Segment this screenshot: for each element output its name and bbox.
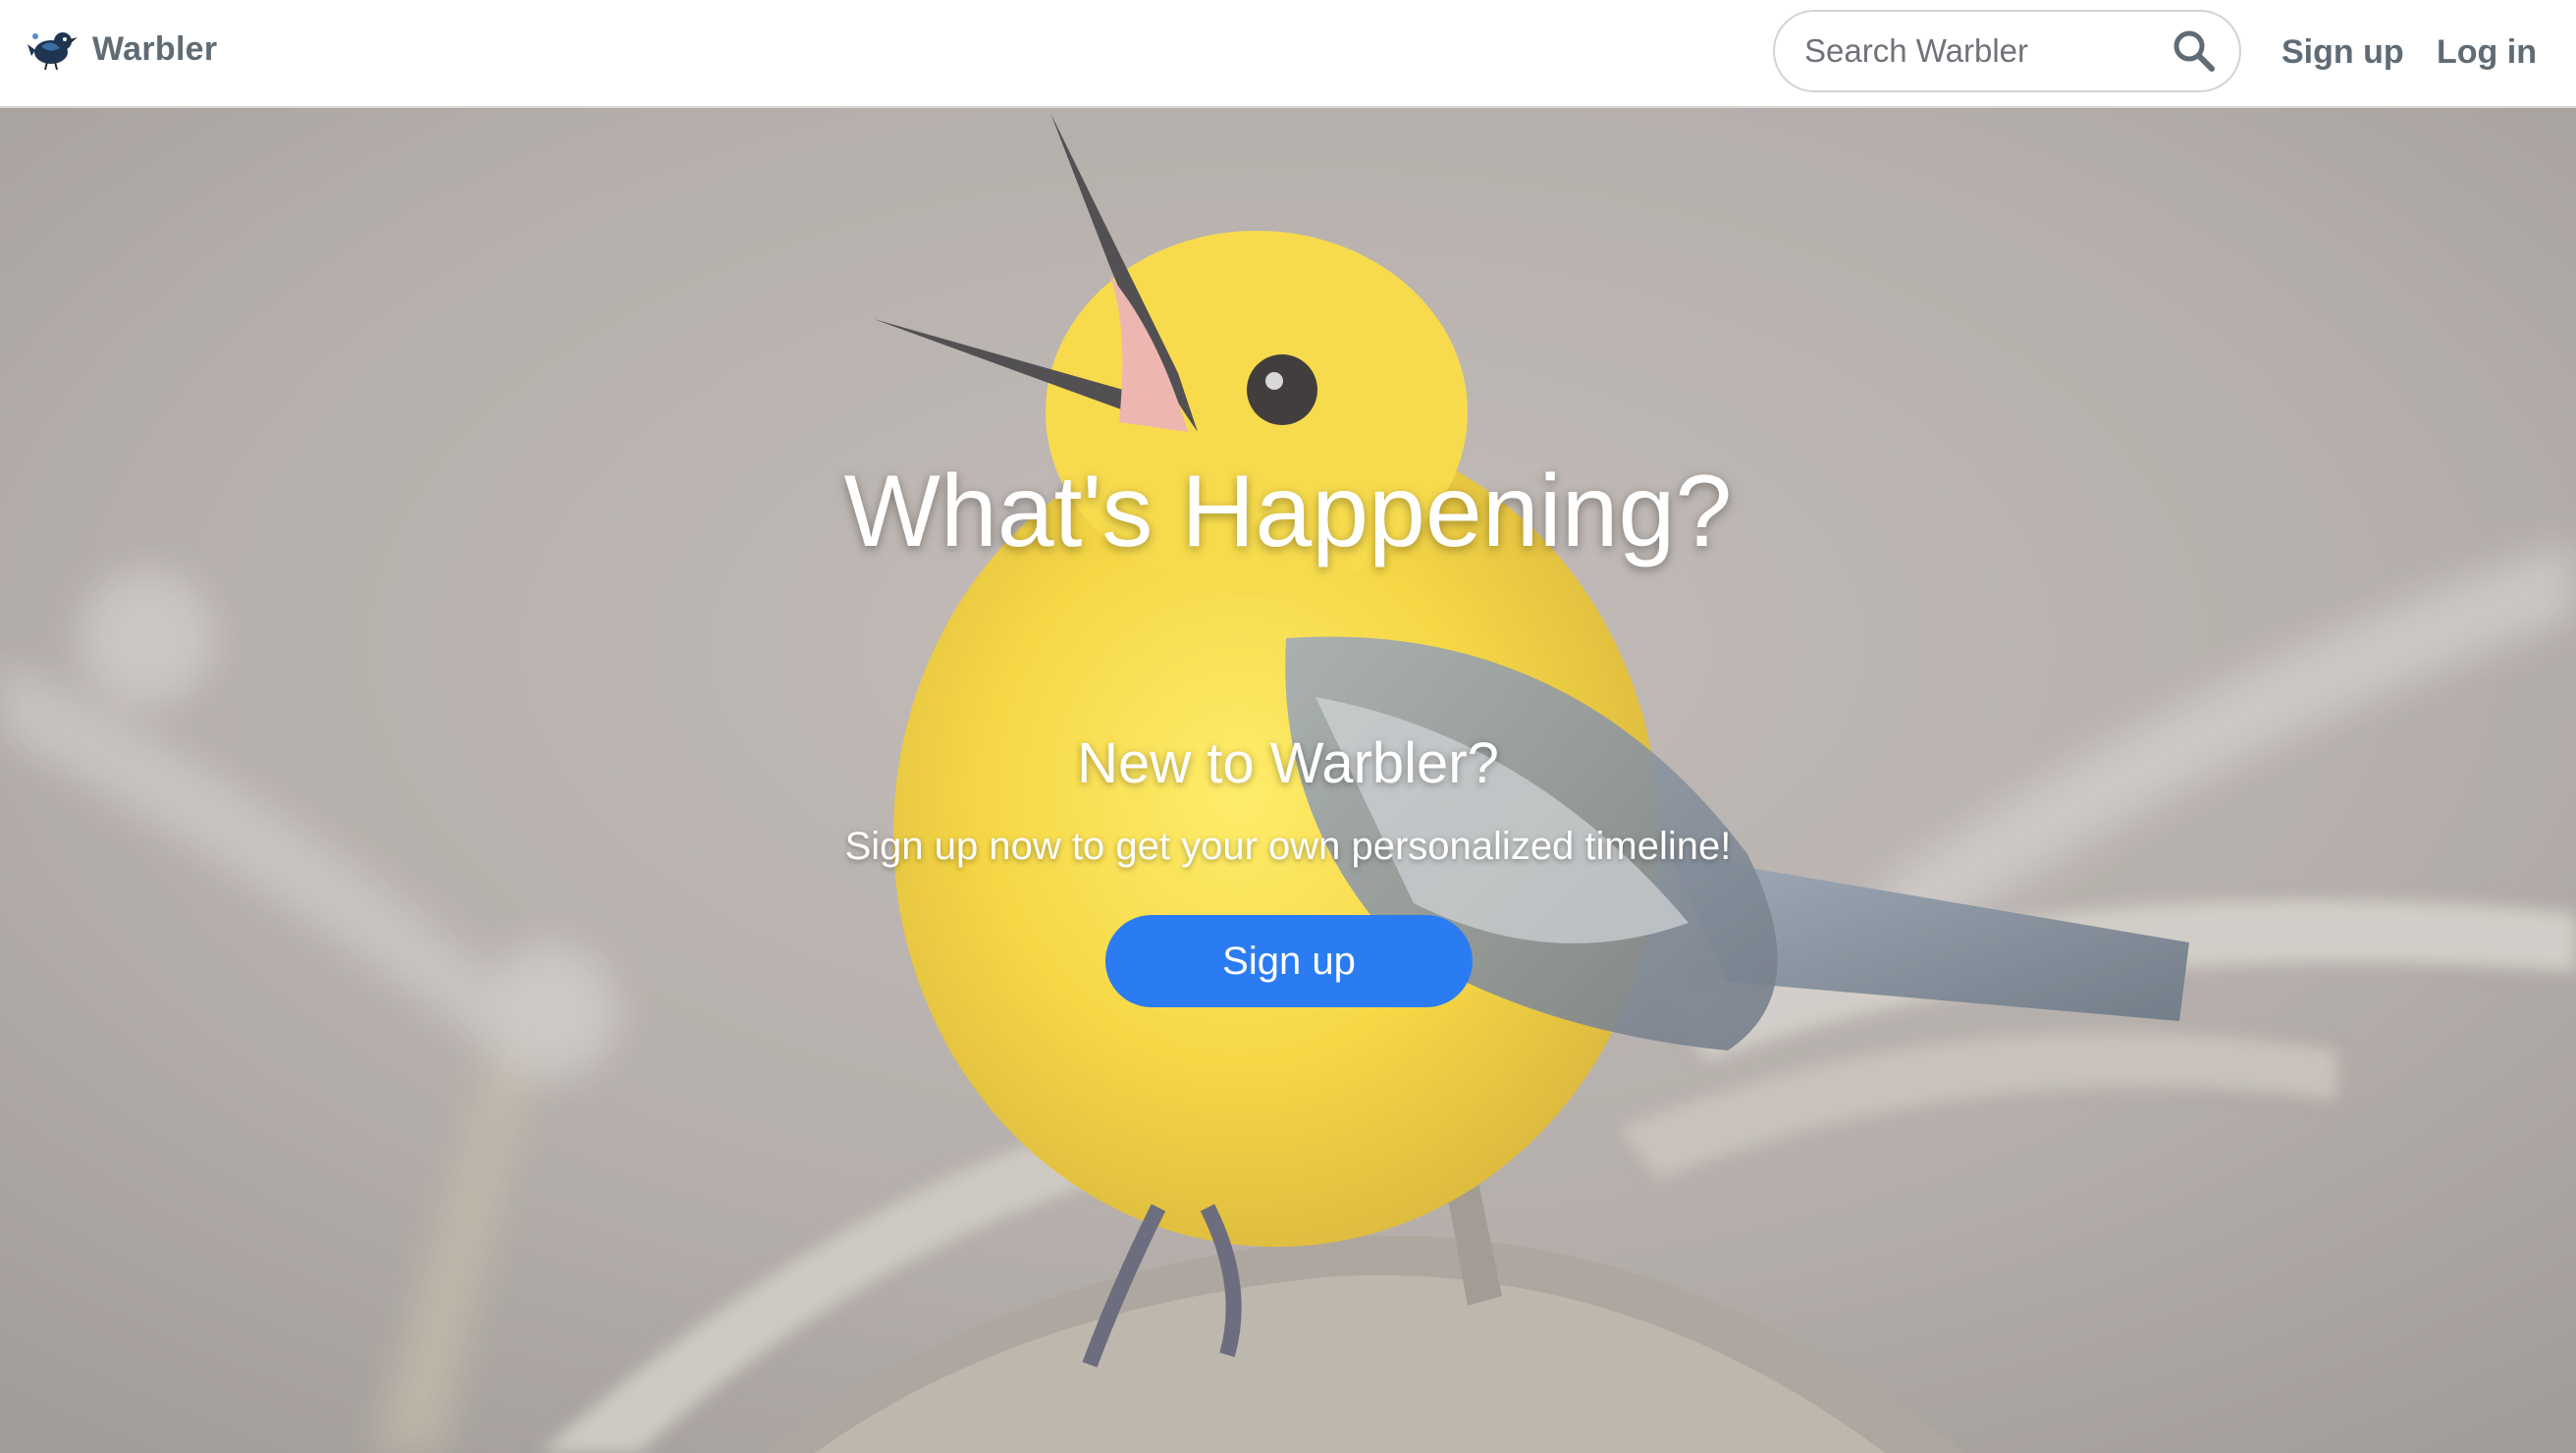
hero-section: What's Happening? New to Warbler? Sign u… [0,108,2576,1453]
search-input[interactable] [1804,32,2158,70]
brand-name: Warbler [92,29,218,68]
nav-signup-link[interactable]: Sign up [2281,27,2404,77]
nav-login-link[interactable]: Log in [2437,27,2537,77]
search-icon [2174,30,2215,72]
search-button[interactable] [2171,27,2218,75]
warbler-bird-icon [27,32,78,71]
hero-lead-text: Sign up now to get your own personalized… [844,825,1732,868]
hero-signup-button[interactable]: Sign up [1105,915,1473,1007]
hero-content: What's Happening? New to Warbler? Sign u… [0,108,2576,1453]
brand-link[interactable]: Warbler [27,22,217,77]
search-form [1773,10,2241,92]
hero-subtitle: New to Warbler? [1077,731,1499,795]
navbar: Warbler Sign up Log in [0,0,2576,108]
hero-title: What's Happening? [843,455,1733,568]
